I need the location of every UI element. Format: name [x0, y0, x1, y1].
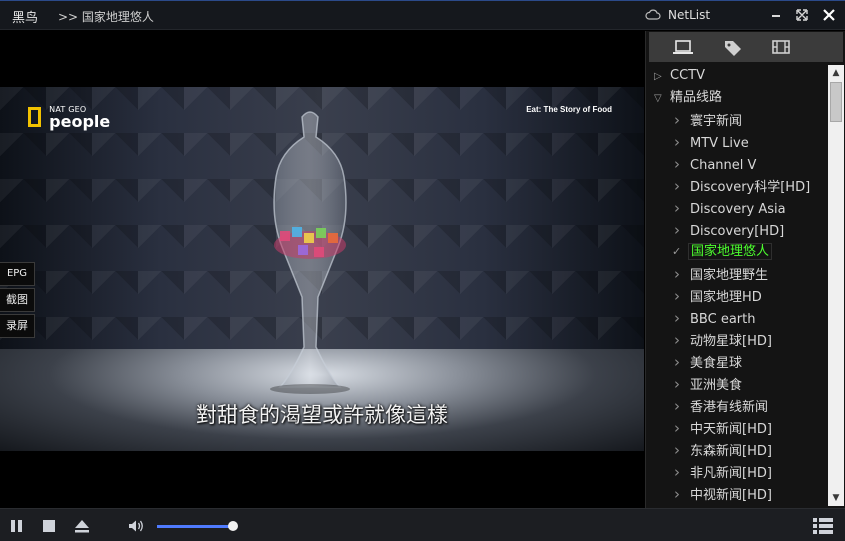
channel-label: 国家地理悠人: [688, 243, 773, 260]
brand-bottom-text: people: [49, 112, 111, 131]
natgeo-people-logo: NAT GEO people: [28, 105, 110, 130]
playback-controls: [0, 508, 845, 541]
channel-label: Discovery[HD]: [690, 224, 785, 239]
chevron-right-icon: ›: [674, 287, 680, 305]
channel-item[interactable]: › Discovery Asia: [674, 197, 786, 219]
channel-label: 国家地理HD: [690, 290, 762, 305]
channel-item[interactable]: › Discovery科学[HD]: [674, 175, 810, 197]
screen-icon[interactable]: [663, 32, 703, 62]
close-icon[interactable]: [820, 6, 838, 24]
chevron-right-icon: ›: [674, 463, 680, 481]
screenshot-button[interactable]: 截图: [0, 288, 35, 312]
scroll-down-icon[interactable]: ▼: [828, 490, 844, 506]
chevron-right-icon: ›: [674, 353, 680, 371]
show-title-tag: Eat: The Story of Food: [526, 105, 612, 114]
channel-label: MTV Live: [690, 136, 749, 151]
volume-knob[interactable]: [227, 521, 238, 531]
channel-item[interactable]: › 非凡新闻[HD]: [674, 461, 772, 483]
chevron-right-icon: ›: [674, 485, 680, 503]
channel-label: 动物星球[HD]: [690, 334, 772, 349]
eject-icon[interactable]: [73, 517, 91, 535]
record-button[interactable]: 录屏: [0, 314, 35, 338]
app-title: 黑鸟: [12, 11, 39, 26]
channel-tree: ▷ CCTV ▽ 精品线路 › 寰宇新闻 › MTV Live › Channel V › Dis…: [646, 65, 827, 506]
chevron-right-icon: ›: [674, 309, 680, 327]
channel-item[interactable]: › 国家地理HD: [674, 285, 762, 307]
channel-item[interactable]: › Discovery[HD]: [674, 219, 784, 241]
scroll-up-icon[interactable]: ▲: [828, 65, 844, 81]
chevron-right-icon: ›: [674, 441, 680, 459]
glass-jar-image: [270, 111, 350, 394]
video-area[interactable]: NAT GEO people Eat: The Story of Food 對甜…: [0, 31, 644, 508]
panel-tabs: [649, 32, 843, 62]
channel-item[interactable]: › 亚洲美食: [674, 373, 742, 395]
volume-fill: [157, 525, 233, 528]
channel-label: Discovery科学[HD]: [690, 180, 811, 195]
chevron-right-icon: ›: [674, 331, 680, 349]
chevron-right-icon: ›: [674, 265, 680, 283]
tree-group-premium[interactable]: ▽ 精品线路: [654, 87, 722, 109]
channel-label: 非凡新闻[HD]: [690, 466, 772, 481]
chevron-right-icon: ›: [674, 397, 680, 415]
chevron-right-icon: ›: [674, 133, 680, 151]
video-subtitle: 對甜食的渴望或許就像這樣: [196, 403, 448, 427]
channel-label: Discovery Asia: [690, 202, 786, 217]
channel-label: 香港有线新闻: [690, 400, 769, 415]
film-icon[interactable]: [761, 32, 801, 62]
channel-label: 东森新闻[HD]: [690, 444, 772, 459]
volume-icon[interactable]: [127, 517, 145, 535]
channel-item[interactable]: › 东森新闻[HD]: [674, 439, 772, 461]
channel-label: 寰宇新闻: [690, 114, 743, 129]
expand-arrow-icon[interactable]: ▷: [654, 66, 670, 88]
chevron-right-icon: ›: [674, 199, 680, 217]
playlist-icon[interactable]: [812, 516, 834, 536]
cloud-icon: [645, 9, 661, 20]
channel-label: 国家地理野生: [690, 268, 769, 283]
chevron-right-icon: ›: [674, 155, 680, 173]
channel-label: 亚洲美食: [690, 378, 743, 393]
channel-item[interactable]: › 美食星球: [674, 351, 742, 373]
natgeo-border-icon: [28, 107, 41, 127]
stop-icon[interactable]: [40, 517, 58, 535]
pause-icon[interactable]: [8, 517, 26, 535]
volume-slider[interactable]: [157, 521, 238, 531]
scroll-thumb[interactable]: [830, 82, 842, 122]
video-frame[interactable]: NAT GEO people Eat: The Story of Food 對甜…: [0, 87, 644, 451]
chevron-right-icon: ›: [674, 419, 680, 437]
tags-icon[interactable]: [713, 32, 753, 62]
chevron-right-icon: ›: [674, 375, 680, 393]
channel-item[interactable]: › 香港有线新闻: [674, 395, 768, 417]
chevron-right-icon: ›: [674, 221, 680, 239]
channel-item[interactable]: › 寰宇新闻: [674, 109, 742, 131]
minimize-icon[interactable]: [767, 6, 785, 24]
maximize-icon[interactable]: [793, 6, 811, 24]
channel-item[interactable]: › 国家地理野生: [674, 263, 768, 285]
chevron-right-icon: ›: [674, 177, 680, 195]
title-bar: 黑鸟 >> 国家地理悠人 NetList: [0, 0, 845, 30]
now-playing-label: >> 国家地理悠人: [58, 10, 154, 24]
checkmark-icon: ✓: [672, 245, 682, 258]
channel-label: 中视新闻[HD]: [690, 488, 772, 503]
tree-group-cctv[interactable]: ▷ CCTV: [654, 65, 705, 87]
tree-scrollbar[interactable]: ▲ ▼: [828, 65, 844, 506]
channel-item[interactable]: › Channel V: [674, 153, 756, 175]
channel-panel: ▷ CCTV ▽ 精品线路 › 寰宇新闻 › MTV Live › Channel V › Dis…: [645, 31, 845, 508]
netlist-title: NetList: [668, 8, 711, 22]
channel-item[interactable]: › MTV Live: [674, 131, 749, 153]
channel-item[interactable]: › 动物星球[HD]: [674, 329, 772, 351]
collapse-arrow-icon[interactable]: ▽: [654, 88, 670, 110]
channel-item[interactable]: › 中天新闻[HD]: [674, 417, 772, 439]
channel-item[interactable]: ✓ 国家地理悠人: [672, 241, 773, 263]
channel-label: 美食星球: [690, 356, 743, 371]
tree-group-label: 精品线路: [670, 90, 723, 105]
channel-label: BBC earth: [690, 312, 756, 327]
tree-group-label: CCTV: [670, 68, 705, 83]
channel-item[interactable]: › 中视新闻[HD]: [674, 483, 772, 505]
channel-item[interactable]: › BBC earth: [674, 307, 755, 329]
channel-label: Channel V: [690, 158, 757, 173]
channel-label: 中天新闻[HD]: [690, 422, 772, 437]
chevron-right-icon: ›: [674, 111, 680, 129]
epg-button[interactable]: EPG: [0, 262, 35, 286]
